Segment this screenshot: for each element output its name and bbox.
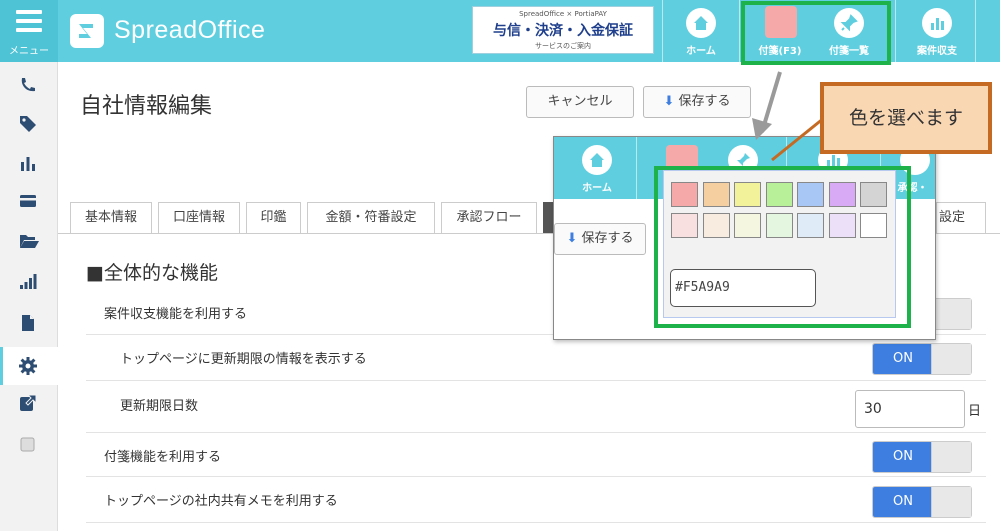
annotation-arrows (752, 71, 825, 162)
annotation-callout: 色を選べます (820, 82, 992, 154)
